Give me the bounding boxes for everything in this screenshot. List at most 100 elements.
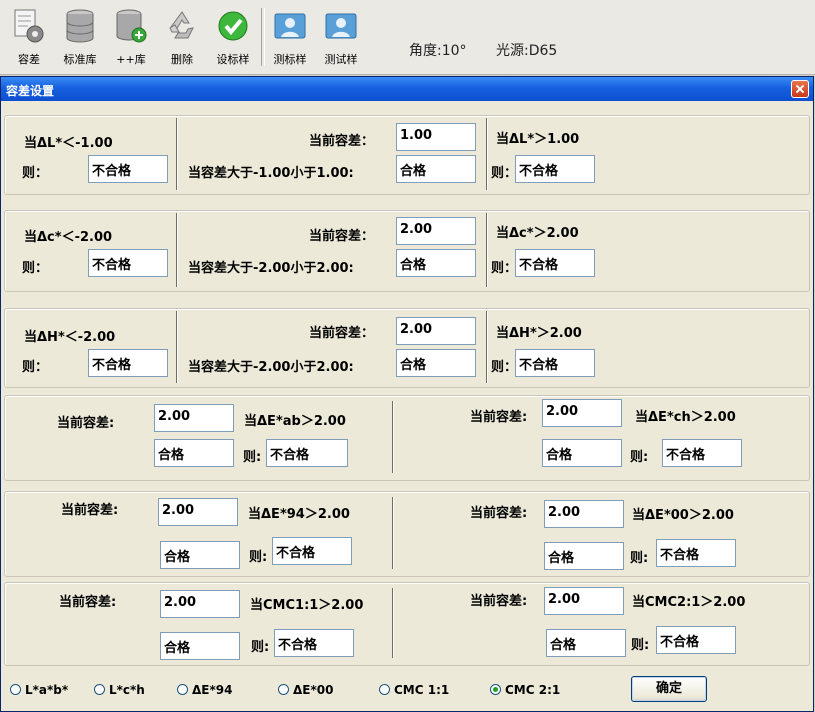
delta-e-94-pass-result[interactable]: 合格 [160,541,240,569]
cmc11-tolerance-input[interactable]: 2.00 [160,590,240,618]
set-standard-button[interactable]: 设标样 [208,4,258,68]
radio-de00-label: ΔE*00 [293,683,334,697]
delta-e-ch-tolerance-input[interactable]: 2.00 [542,399,622,427]
delta-e-00-condition: 当ΔE*00＞2.00 [632,508,734,523]
divider [486,213,488,287]
delta-l-lower-condition: 当ΔL*＜-1.00 [24,136,113,151]
delta-h-range-label: 当容差大于-2.00小于2.00: [188,360,354,375]
delta-c-tolerance-input[interactable]: 2.00 [396,217,476,245]
database-add-icon [116,9,147,43]
database-icon [66,9,94,43]
delta-l-lower-result[interactable]: 不合格 [88,155,168,183]
cmc11-fail-result[interactable]: 不合格 [274,629,354,657]
then-label: 则： [22,360,49,375]
delta-c-range-result[interactable]: 合格 [396,249,476,277]
ok-button[interactable]: 确定 [631,676,707,702]
delete-label: 删除 [171,53,193,66]
delta-l-upper-result[interactable]: 不合格 [515,155,595,183]
measure-sample-label: 测试样 [324,53,358,66]
cmc21-pass-result[interactable]: 合格 [546,629,626,657]
standard-library-button[interactable]: 标准库 [55,4,105,68]
dialog-titlebar: 容差设置 [1,77,813,101]
set-standard-label: 设标样 [216,53,250,66]
delta-e-ab-fail-result[interactable]: 不合格 [266,439,348,467]
radio-cmc21-dot-selected[interactable] [490,684,501,695]
radio-cmc11-dot[interactable] [379,684,390,695]
radio-de00-dot[interactable] [278,684,289,695]
cmc11-pass-result[interactable]: 合格 [160,632,240,660]
delta-h-tolerance-input[interactable]: 2.00 [396,317,476,345]
radio-lab-dot[interactable] [10,684,21,695]
angle-readout: 角度:10° [409,43,467,59]
delta-e-00-tolerance-input[interactable]: 2.00 [544,500,624,528]
then-label: 则: [630,551,649,566]
delta-h-range-result[interactable]: 合格 [396,349,476,377]
then-label: 则: [251,640,270,655]
user-profile-icon [325,13,357,39]
cmc21-fail-result[interactable]: 不合格 [656,626,736,654]
delta-e-94-fail-result[interactable]: 不合格 [272,537,352,565]
radio-lch-dot[interactable] [94,684,105,695]
cmc21-condition: 当CMC2:1＞2.00 [632,595,746,610]
delta-e-ch-fail-result[interactable]: 不合格 [662,439,742,467]
add-library-label: ++库 [116,53,146,66]
then-label: 则： [491,360,518,375]
close-button[interactable] [791,80,809,98]
delta-c-lower-result[interactable]: 不合格 [88,249,168,277]
delta-e-94-condition: 当ΔE*94＞2.00 [248,507,350,522]
main-toolbar: 容差 标准库 ++库 删除 设标样 测标样 测试样 角度:10° 光源:D65 [0,0,815,75]
then-label: 则： [491,166,518,181]
user-profile-icon [274,13,306,39]
tolerance-gear-icon [14,9,44,43]
then-label: 则： [22,261,49,276]
delta-e-ab-tolerance-input[interactable]: 2.00 [154,404,234,432]
measure-standard-button[interactable]: 测标样 [265,4,315,68]
delta-l-range-result[interactable]: 合格 [396,155,476,183]
then-label: 则: [631,638,650,653]
delta-h-upper-result[interactable]: 不合格 [515,349,595,377]
then-label: 则: [249,550,268,565]
delta-e-ab-pass-result[interactable]: 合格 [154,439,234,467]
add-library-button[interactable]: ++库 [106,4,156,68]
tolerance-button-label: 容差 [18,53,40,66]
delta-e-00-pass-result[interactable]: 合格 [544,542,624,570]
current-tolerance-label: 当前容差： [309,134,375,149]
delta-c-lower-condition: 当Δc*＜-2.00 [24,230,113,245]
divider [176,213,178,287]
current-tolerance-label: 当前容差: [470,506,528,521]
delta-l-tolerance-input[interactable]: 1.00 [396,123,476,151]
delta-e-00-fail-result[interactable]: 不合格 [656,539,736,567]
divider [176,311,178,383]
current-tolerance-label: 当前容差: [61,503,119,518]
then-label: 则： [491,261,518,276]
radio-cmc11-label: CMC 1:1 [394,683,450,697]
current-tolerance-label: 当前容差: [59,595,117,610]
then-label: 则： [22,166,49,181]
light-source-readout: 光源:D65 [496,43,558,59]
recycle-icon [169,11,194,39]
divider [392,588,394,658]
delta-e-ab-condition: 当ΔE*ab＞2.00 [244,414,346,429]
current-tolerance-label: 当前容差: [57,416,115,431]
delta-l-upper-condition: 当ΔL*＞1.00 [496,132,580,147]
delta-h-lower-result[interactable]: 不合格 [88,349,168,377]
radio-lab-label: L*a*b* [25,683,69,697]
check-icon [218,11,248,41]
delta-c-upper-result[interactable]: 不合格 [515,249,595,277]
delete-button[interactable]: 删除 [157,4,207,68]
tolerance-button[interactable]: 容差 [4,4,54,68]
current-tolerance-label: 当前容差： [309,229,375,244]
delta-c-range-label: 当容差大于-2.00小于2.00: [188,261,354,276]
delta-e-94-tolerance-input[interactable]: 2.00 [158,498,238,526]
radio-de94-label: ΔE*94 [192,683,233,697]
radio-de94-dot[interactable] [177,684,188,695]
then-label: 则: [630,450,649,465]
current-tolerance-label: 当前容差： [309,326,375,341]
delta-h-upper-condition: 当ΔH*＞2.00 [496,326,582,341]
delta-l-range-label: 当容差大于-1.00小于1.00: [188,166,354,181]
measure-sample-button[interactable]: 测试样 [316,4,366,68]
delta-e-ch-pass-result[interactable]: 合格 [542,439,622,467]
cmc21-tolerance-input[interactable]: 2.00 [544,587,624,615]
standard-library-label: 标准库 [63,53,97,66]
divider [392,401,394,473]
